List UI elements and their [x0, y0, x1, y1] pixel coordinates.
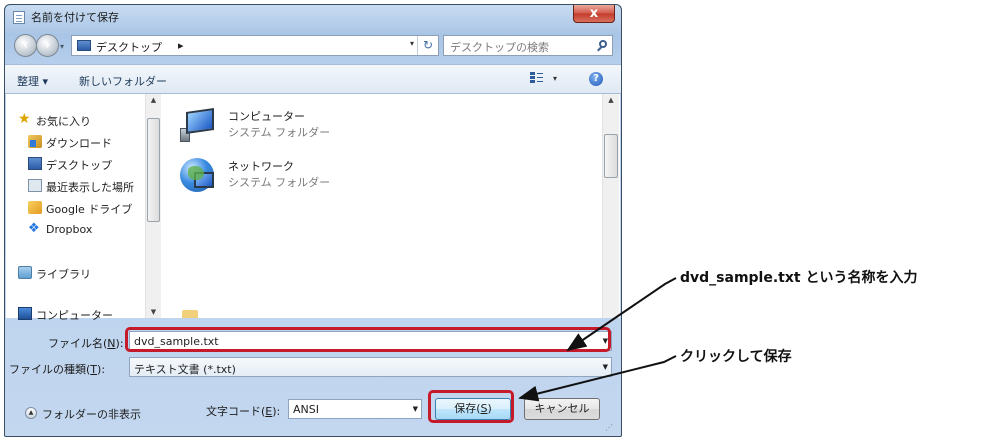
save-annotation: クリックして保存: [680, 349, 792, 365]
annotation-arrows: [518, 277, 677, 402]
save-arrow: [518, 355, 677, 402]
filename-annotation: dvd_sample.txt という名称を入力: [680, 270, 918, 286]
filename-arrow: [566, 277, 677, 352]
